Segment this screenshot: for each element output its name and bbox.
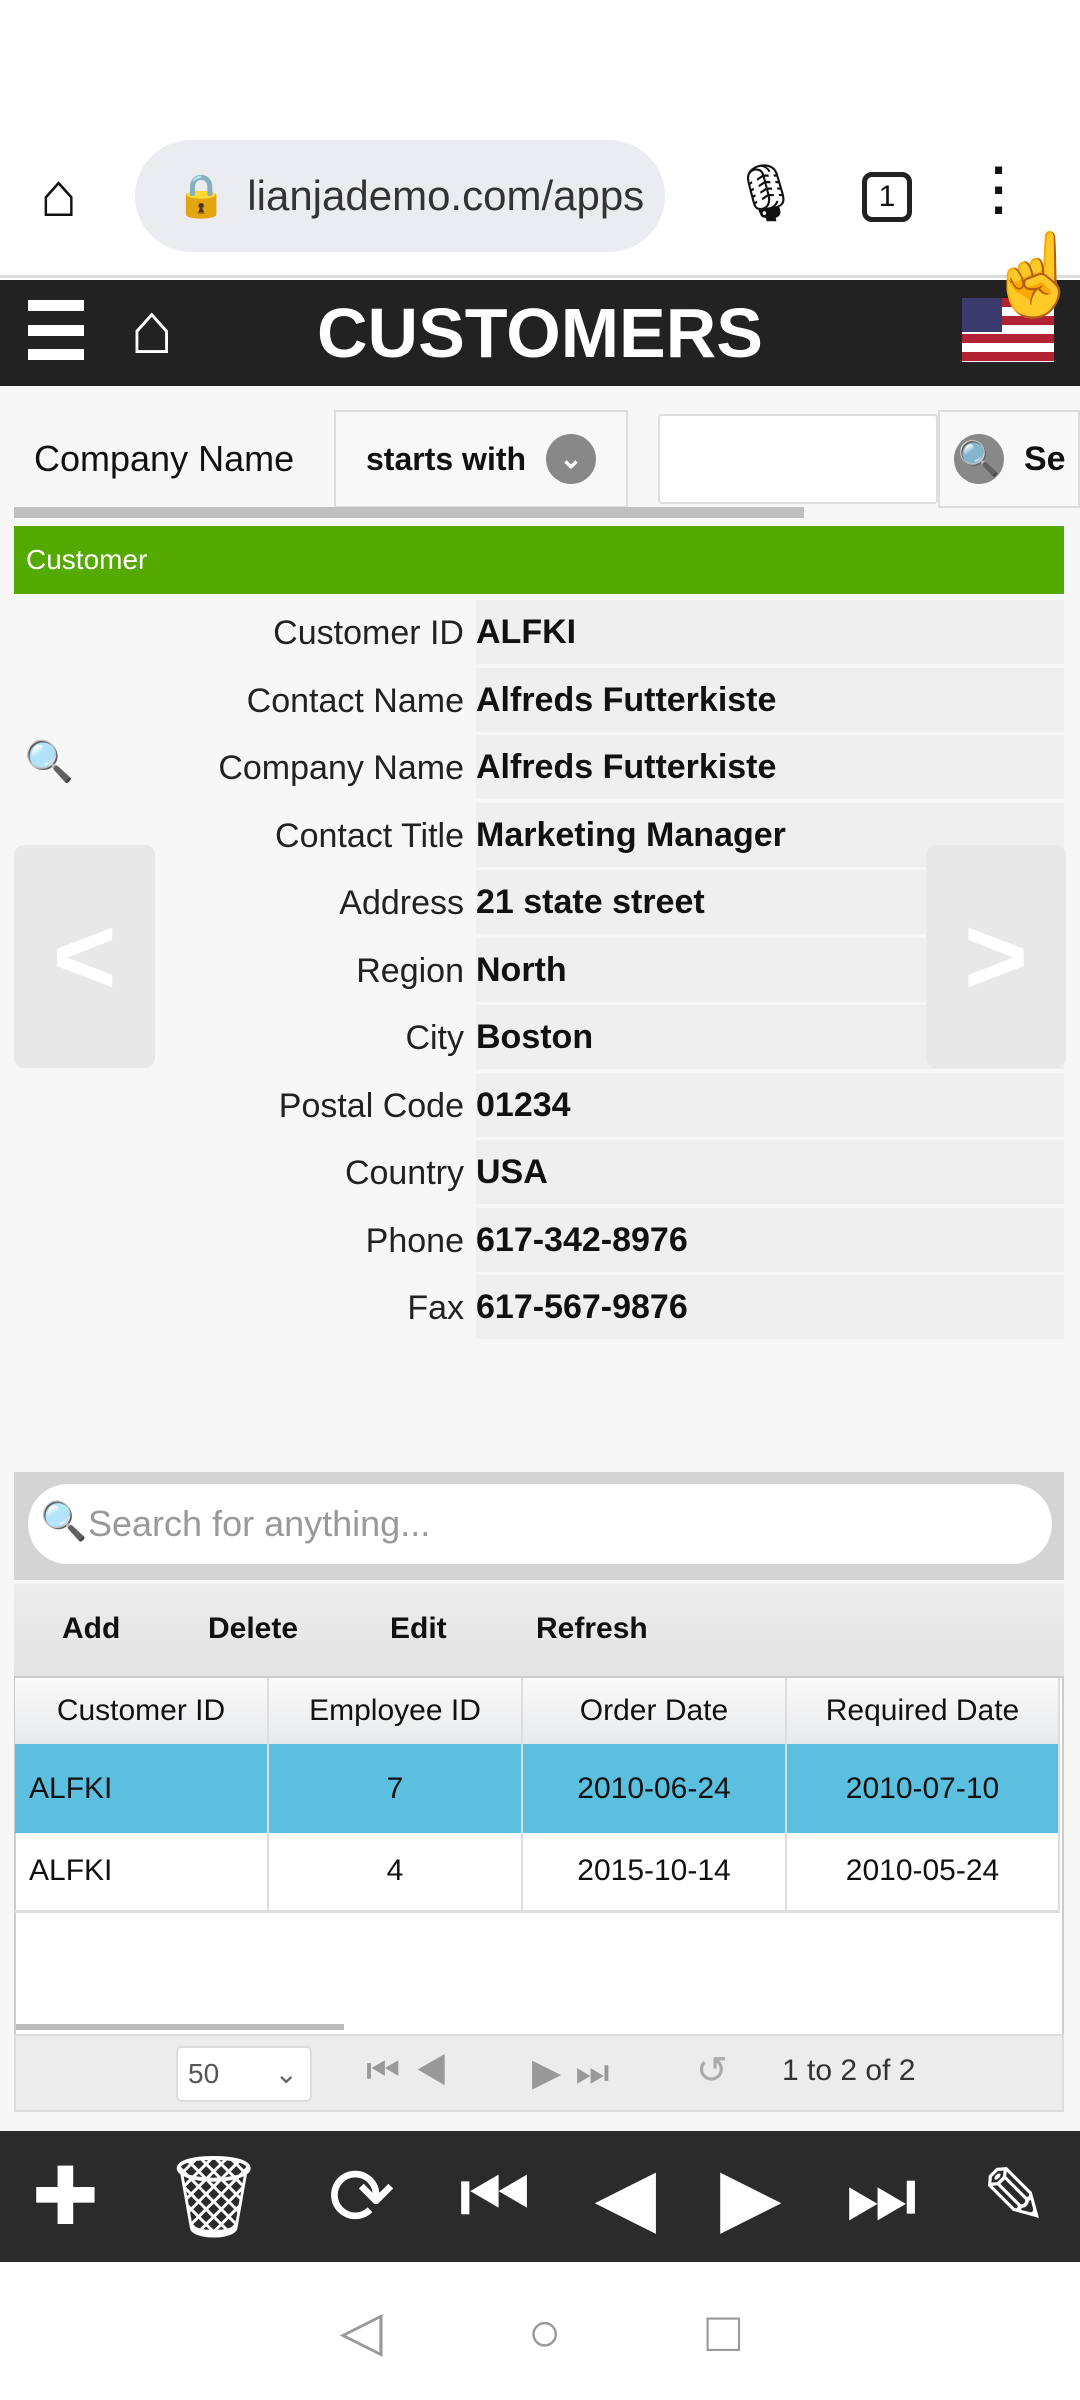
cell[interactable]: ALFKI bbox=[15, 1744, 269, 1833]
table-row[interactable]: ALFKI 7 2010-06-24 2010-07-10 bbox=[15, 1744, 1060, 1833]
lock-icon: 🔒 bbox=[175, 171, 228, 219]
field-value[interactable]: USA bbox=[476, 1140, 1064, 1204]
search-icon: 🔍 bbox=[40, 1501, 88, 1543]
customer-form: (function(){const d=JSON.parse(document.… bbox=[0, 600, 1080, 1340]
field-value[interactable]: ALFKI bbox=[476, 600, 1064, 664]
filter-field-label: Company Name bbox=[34, 438, 295, 479]
delete-button[interactable]: Delete bbox=[208, 1612, 298, 1646]
add-button[interactable]: Add bbox=[62, 1612, 120, 1646]
edit-button[interactable]: Edit bbox=[390, 1612, 447, 1646]
first-record-icon[interactable]: ⏮ bbox=[459, 2150, 531, 2243]
field-label: Country bbox=[344, 1154, 464, 1192]
delete-record-icon[interactable]: 🗑 bbox=[163, 2150, 265, 2244]
next-record-button[interactable]: > bbox=[926, 845, 1066, 1068]
mic-icon[interactable]: 🎙 bbox=[730, 160, 801, 226]
search-button[interactable]: 🔍 Se bbox=[938, 410, 1080, 508]
recents-icon[interactable]: □ bbox=[707, 2299, 741, 2364]
search-icon: 🔍 bbox=[954, 434, 1004, 484]
last-record-icon[interactable]: ⏭ bbox=[845, 2150, 917, 2243]
tabs-button[interactable]: 1 bbox=[862, 172, 912, 222]
lookup-search-icon[interactable]: 🔍 bbox=[24, 738, 74, 785]
first-prev-page-buttons[interactable]: ⏮◀ bbox=[366, 2050, 462, 2093]
edit-pencil-icon[interactable]: ✎ bbox=[981, 2150, 1048, 2243]
table-row[interactable]: ALFKI 4 2015-10-14 2010-05-24 bbox=[15, 1833, 1060, 1911]
cell[interactable]: ALFKI bbox=[15, 1833, 269, 1911]
field-label: Phone bbox=[365, 1221, 464, 1260]
add-record-icon[interactable]: ✚ bbox=[32, 2150, 99, 2243]
cell[interactable]: 2010-07-10 bbox=[786, 1744, 1060, 1833]
cell[interactable]: 2010-06-24 bbox=[522, 1744, 787, 1833]
grid-scrollbar[interactable] bbox=[16, 2024, 344, 2030]
page-size-select[interactable]: 50 ⌄ bbox=[176, 2046, 312, 2102]
system-nav-bar: ◁ ○ □ bbox=[0, 2262, 1080, 2400]
chevron-down-icon: ⌄ bbox=[546, 434, 597, 484]
field-value[interactable]: Alfreds Futterkiste bbox=[476, 735, 1064, 799]
column-header[interactable]: Employee ID bbox=[268, 1678, 523, 1744]
bottom-toolbar: ✚ 🗑 ⟳ ⏮ ◀ ▶ ⏭ ✎ bbox=[0, 2131, 1080, 2262]
cell[interactable]: 2015-10-14 bbox=[522, 1833, 787, 1911]
refresh-button[interactable]: Refresh bbox=[536, 1612, 648, 1646]
operator-value: starts with bbox=[366, 440, 527, 477]
filter-value-input[interactable] bbox=[658, 414, 938, 504]
field-value[interactable]: 01234 bbox=[476, 1072, 1064, 1137]
cell[interactable]: 7 bbox=[268, 1744, 523, 1833]
column-header[interactable]: Order Date bbox=[522, 1678, 787, 1744]
cell[interactable]: 2010-05-24 bbox=[786, 1833, 1060, 1911]
url-bar[interactable]: 🔒 lianjademo.com/apps bbox=[135, 140, 665, 252]
column-header[interactable]: Required Date bbox=[786, 1678, 1060, 1744]
operator-select[interactable]: starts with ⌄ bbox=[334, 410, 628, 508]
grid-search-input[interactable]: Search for anything... bbox=[28, 1484, 1052, 1564]
refresh-icon[interactable]: ⟳ bbox=[328, 2150, 395, 2243]
field-label: Fax bbox=[407, 1289, 464, 1327]
horizontal-scrollbar[interactable] bbox=[14, 507, 804, 518]
home-circle-icon[interactable]: ○ bbox=[528, 2299, 562, 2364]
orders-table: Customer ID Employee ID Order Date Required… bbox=[15, 1678, 1060, 1913]
column-header[interactable]: Customer ID bbox=[15, 1678, 269, 1744]
next-last-page-buttons[interactable]: ▶⏭ bbox=[532, 2050, 623, 2095]
menu-kebab-icon[interactable]: · · · bbox=[990, 145, 1010, 235]
url-text: lianjademo.com/apps bbox=[247, 172, 645, 219]
next-record-icon[interactable]: ▶ bbox=[720, 2150, 782, 2243]
browser-home-icon[interactable]: ⌂ bbox=[40, 160, 77, 231]
chevron-down-icon: ⌄ bbox=[274, 2058, 298, 2089]
field-value[interactable]: Alfreds Futterkiste bbox=[476, 667, 1064, 732]
previous-record-button[interactable]: < bbox=[14, 845, 155, 1068]
cell[interactable]: 4 bbox=[268, 1833, 523, 1911]
field-value[interactable]: 617-342-8976 bbox=[476, 1207, 1064, 1272]
field-value[interactable]: 617-567-9876 bbox=[476, 1275, 1064, 1339]
field-label: Postal Code bbox=[278, 1086, 464, 1125]
section-header: Customer bbox=[14, 526, 1064, 594]
field-label: Contact Name bbox=[246, 681, 464, 720]
back-icon[interactable]: ◁ bbox=[340, 2298, 383, 2364]
previous-record-icon[interactable]: ◀ bbox=[595, 2150, 657, 2243]
pager-status: 1 to 2 of 2 bbox=[782, 2054, 916, 2087]
field-label: Customer ID bbox=[273, 614, 464, 652]
page-title: CUSTOMERS bbox=[317, 294, 763, 372]
reload-icon[interactable]: ↺ bbox=[696, 2048, 728, 2093]
hand-cursor-icon: ☝ bbox=[985, 230, 1080, 319]
